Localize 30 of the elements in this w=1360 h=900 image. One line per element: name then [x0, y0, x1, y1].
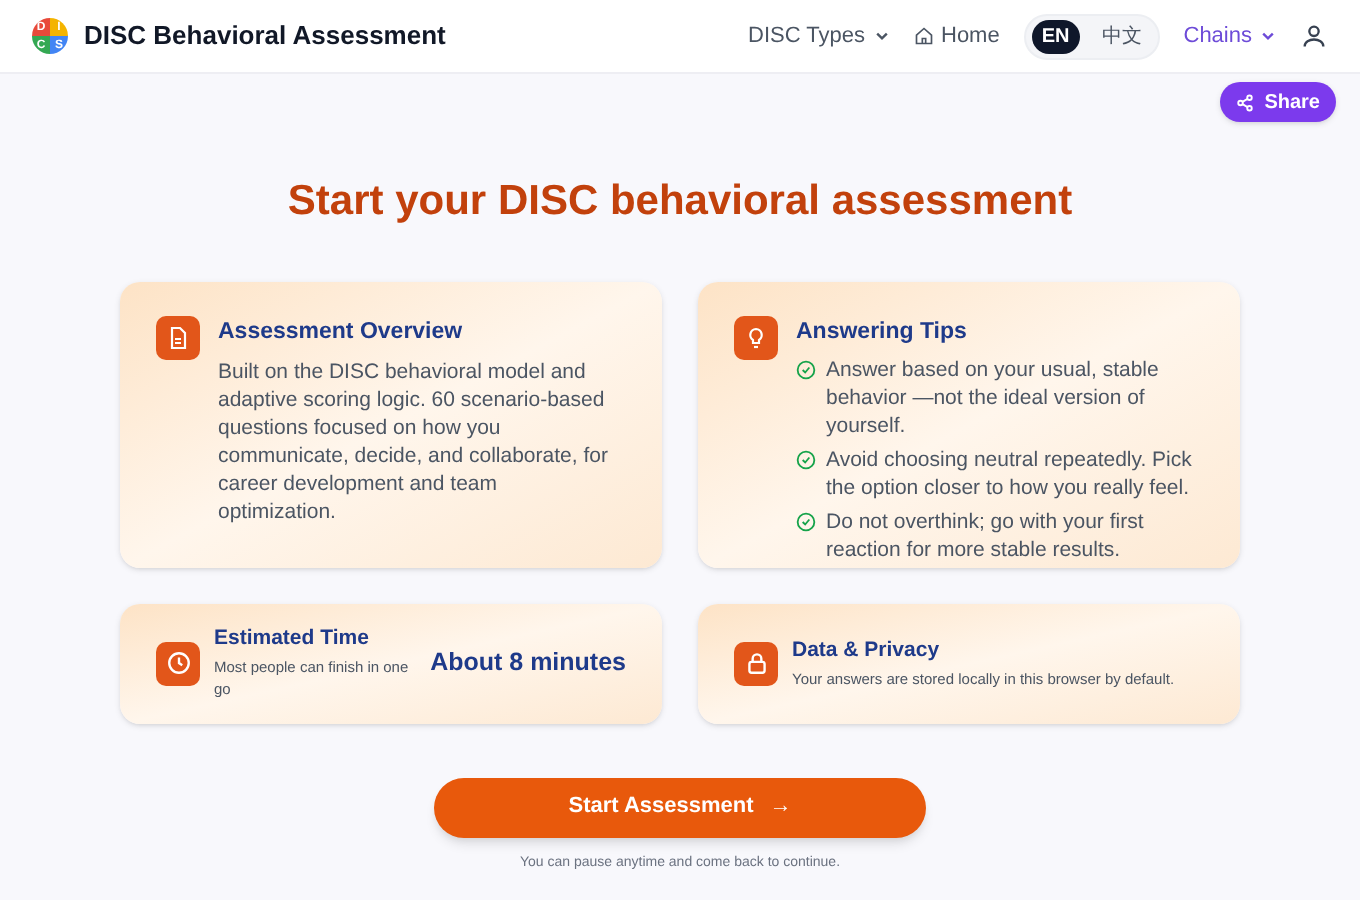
card-title: Answering Tips: [796, 317, 969, 347]
overview-text: Built on the DISC behavioral model and adaptive scoring logic. 60 scenario-based questions focused on how you communicate, decide, and collaborate, for career development and team optimization.: [218, 357, 610, 526]
app-title: DISC Behavioral Assessment: [84, 18, 446, 55]
chevron-down-icon: [1260, 28, 1276, 44]
home-icon: [913, 26, 933, 46]
time-estimate: About 8 minutes: [430, 646, 626, 681]
language-option[interactable]: EN: [1031, 19, 1080, 53]
nav-dropdown[interactable]: DISC Types: [748, 19, 889, 53]
clock-icon: [165, 650, 191, 676]
tip-text: Avoid choosing neutral repeatedly. Pick the option closer to how you really feel.: [826, 445, 1192, 502]
card-title: Assessment Overview: [218, 317, 465, 347]
lock-icon: [743, 650, 769, 676]
check-circle-icon: [796, 359, 816, 380]
language-option[interactable]: 中文: [1091, 19, 1152, 53]
start-button[interactable]: Start Assessment →: [434, 777, 926, 837]
chevron-down-icon: [873, 28, 889, 44]
tip-text: Answer based on your usual, stable behavior —not the ideal version of yourself.: [826, 355, 1161, 440]
share-icon: [1236, 93, 1255, 111]
card-title: Data & Privacy: [792, 636, 942, 666]
chains-dropdown[interactable]: Chains: [1183, 19, 1276, 53]
nav-link[interactable]: Home: [913, 19, 1000, 53]
tip-text: Do not overthink; go with your first reaction for more stable results.: [826, 507, 1146, 564]
share-button[interactable]: Share: [1220, 82, 1336, 122]
card-title: Estimated Time: [214, 624, 371, 655]
check-circle-icon: [796, 449, 816, 470]
user-icon[interactable]: [1300, 22, 1328, 50]
document-icon: [166, 325, 190, 349]
check-circle-icon: [796, 511, 816, 532]
page-heading: Start your DISC behavioral assessment: [285, 176, 1075, 228]
lightbulb-icon: [744, 325, 768, 349]
